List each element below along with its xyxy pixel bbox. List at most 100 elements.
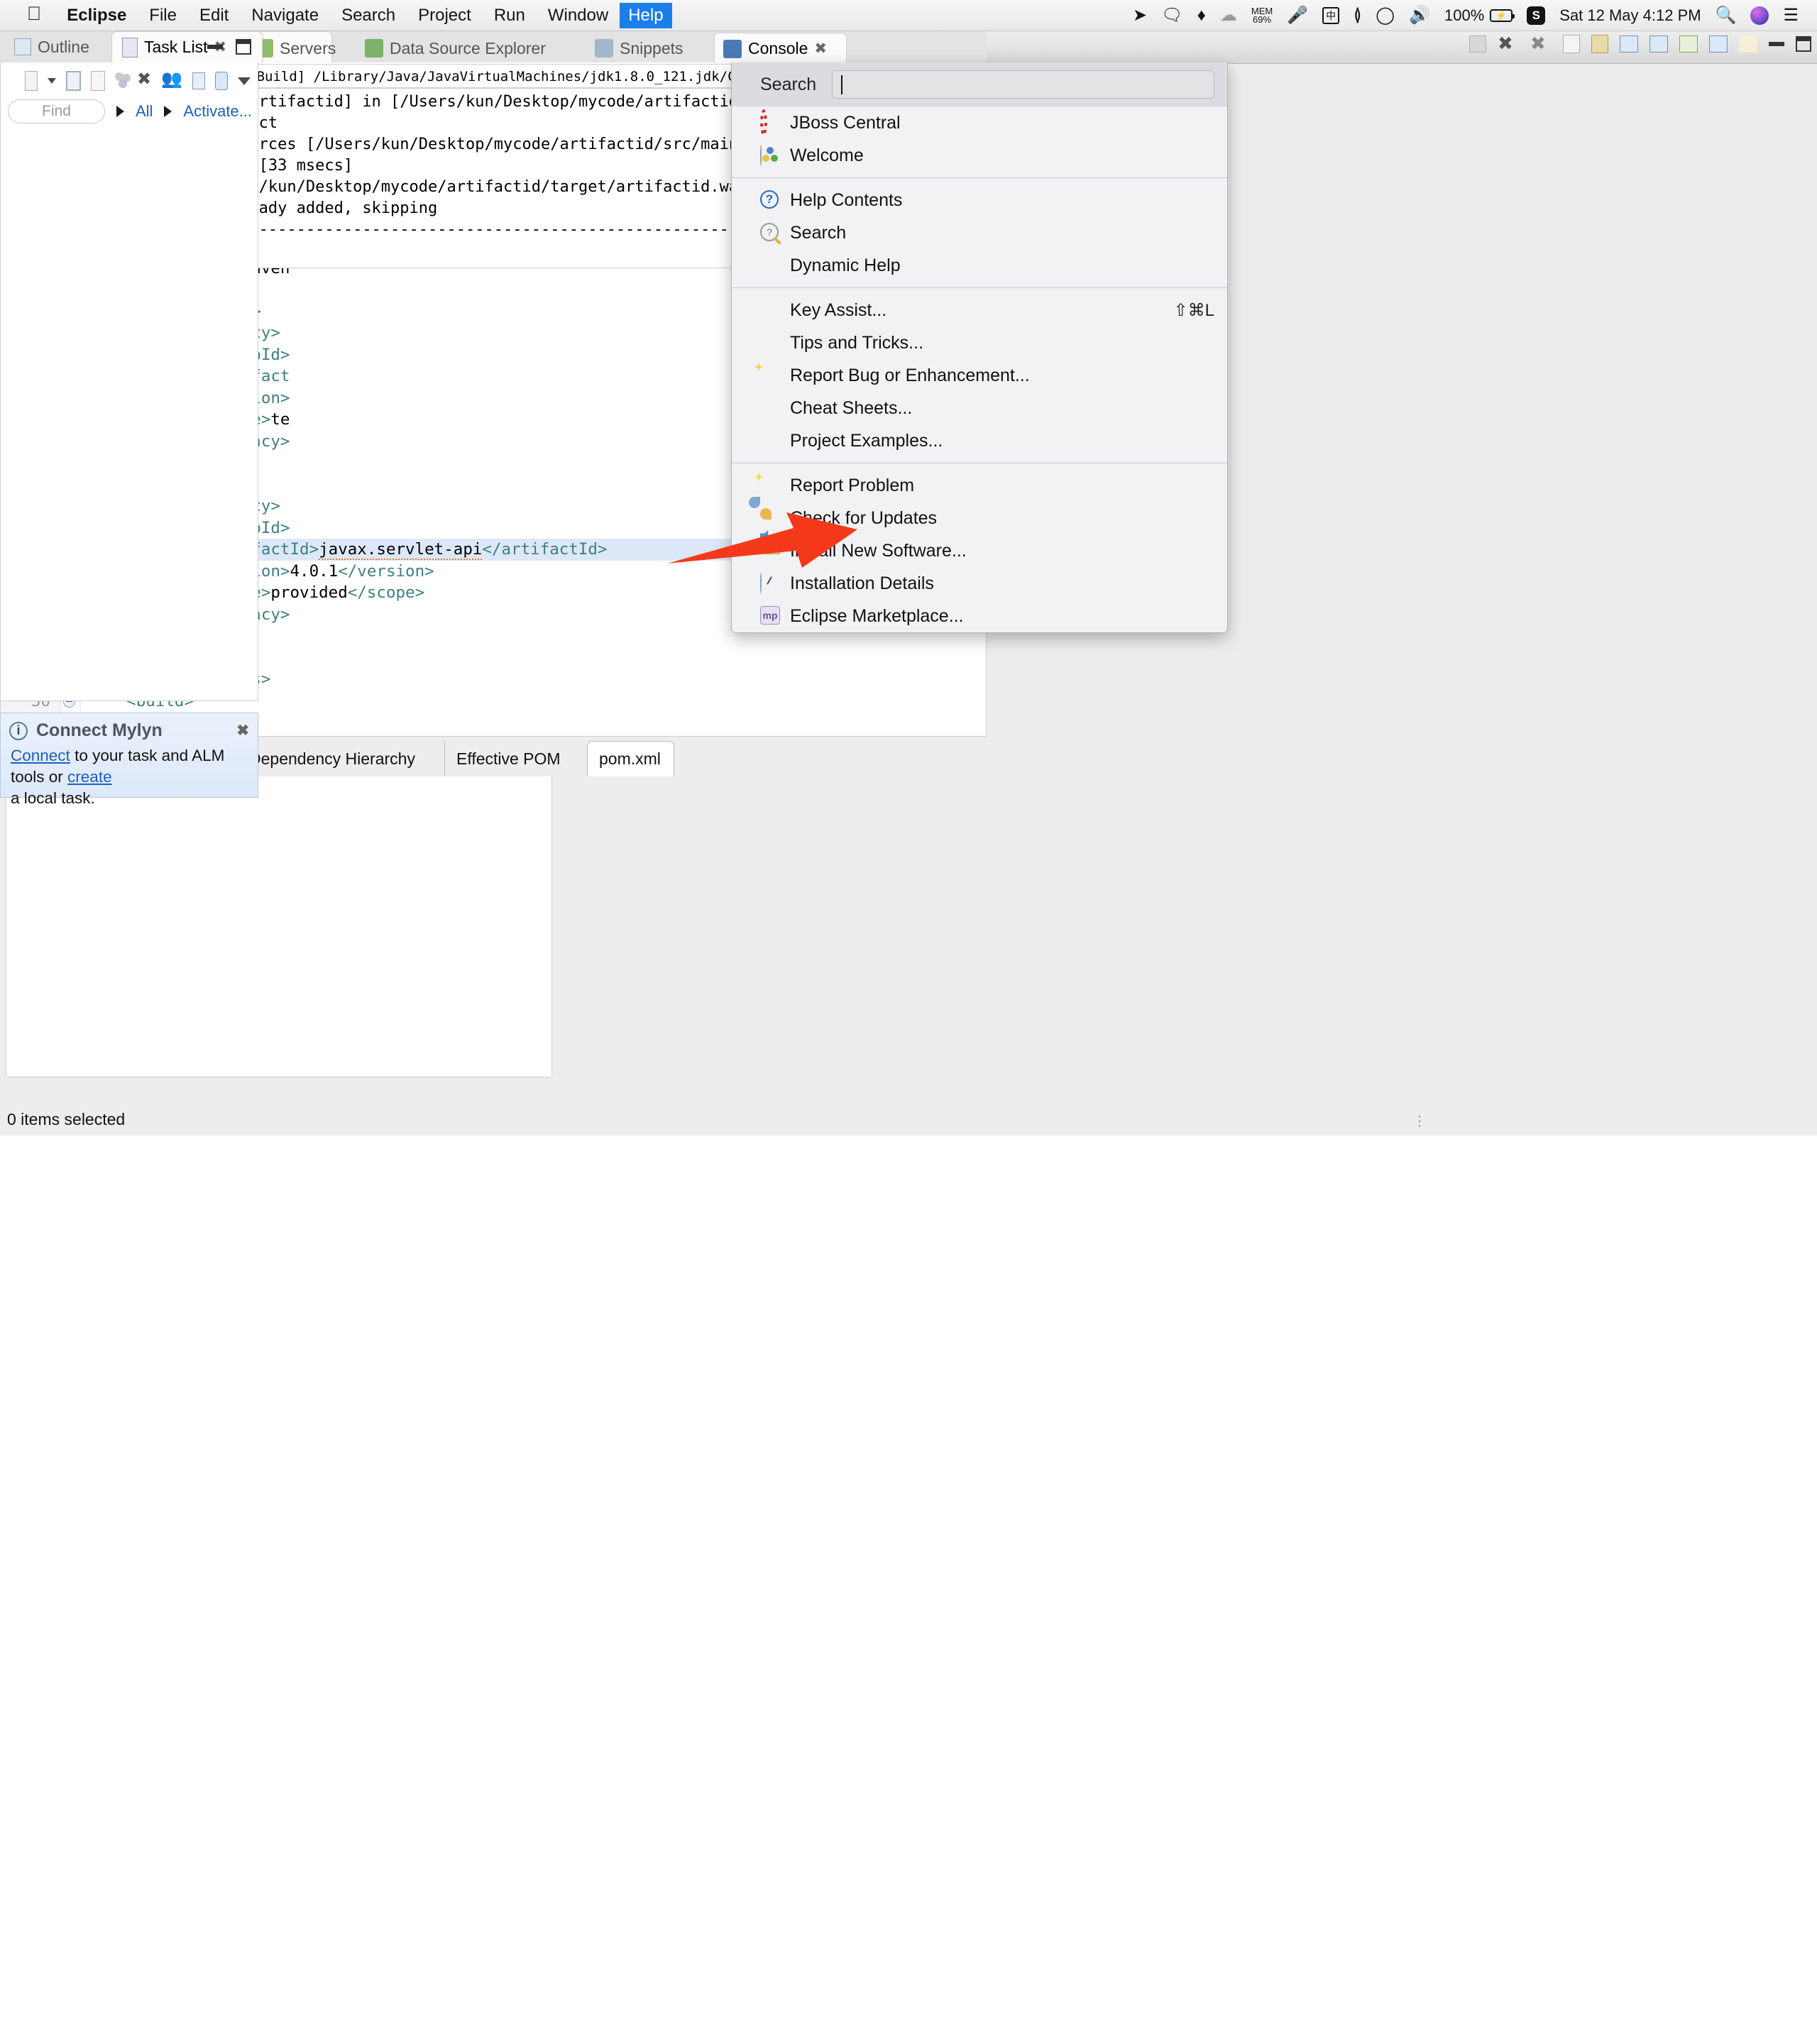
menu-search[interactable]: Search <box>330 6 407 26</box>
close-icon[interactable]: ✖ <box>814 40 827 57</box>
help-menu-item-welcome[interactable]: Welcome <box>732 139 1227 172</box>
focus-on-workweek-icon[interactable] <box>114 72 131 89</box>
menu-edit[interactable]: Edit <box>188 6 240 26</box>
menu-file[interactable]: File <box>138 6 188 26</box>
menu-run[interactable]: Run <box>483 6 537 26</box>
help-menu-item-report-bug-or-enhancement[interactable]: Report Bug or Enhancement... <box>732 359 1227 392</box>
help-menu-item-report-problem[interactable]: Report Problem <box>732 469 1227 502</box>
memory-monitor-icon[interactable]: MEM 69% <box>1251 6 1273 24</box>
console-toolbar: ✖ ✖ <box>1469 34 1811 54</box>
microphone-icon[interactable]: 🎤 <box>1287 6 1308 24</box>
resize-grip[interactable]: ⋮ <box>1412 1112 1429 1130</box>
input-source-icon[interactable]: 中 <box>1322 6 1340 24</box>
maximize-console-icon[interactable] <box>1796 36 1811 52</box>
create-link[interactable]: create <box>67 768 112 786</box>
menu-help[interactable]: Help <box>620 2 672 28</box>
siri-icon[interactable] <box>1750 6 1769 25</box>
filter-completed-tasks-icon[interactable]: ✖ <box>137 71 151 91</box>
minimize-console-icon[interactable] <box>1769 42 1784 46</box>
bluetooth-icon[interactable]: ≬ <box>1354 6 1361 24</box>
spotlight-search-icon[interactable]: 🔍 <box>1716 6 1737 24</box>
synchronize-icon[interactable] <box>214 72 228 90</box>
scheduled-presentation-icon[interactable] <box>91 71 105 91</box>
help-search-label: Search <box>760 74 817 94</box>
volume-icon[interactable]: 🔊 <box>1409 6 1430 24</box>
menu-item-label: Report Bug or Enhancement... <box>790 365 1030 385</box>
new-task-dropdown-icon[interactable] <box>48 78 56 84</box>
scroll-lock-icon[interactable] <box>1591 35 1608 53</box>
help-menu-item-cheat-sheets[interactable]: Cheat Sheets... <box>732 392 1227 424</box>
menu-item-label: Project Examples... <box>790 430 943 451</box>
menu-item-label: Welcome <box>790 145 864 165</box>
view-tab-label: Console <box>748 39 808 57</box>
open-console-icon[interactable] <box>1739 35 1757 53</box>
creative-cloud-icon[interactable]: ☁ <box>1220 6 1237 24</box>
task-list-tabstrip: OutlineTask List✖ <box>0 31 263 62</box>
help-search-input[interactable] <box>832 70 1214 99</box>
help-search-row[interactable]: Search <box>732 62 1227 106</box>
stop-icon[interactable] <box>1469 35 1486 53</box>
task-list-filter-row: Find All Activate... <box>1 95 258 123</box>
qq-penguin-icon[interactable]: ♦ <box>1197 6 1206 24</box>
help-menu-item-eclipse-marketplace[interactable]: mp Eclipse Marketplace... <box>732 600 1227 632</box>
collapse-all-tasks-icon[interactable] <box>192 72 205 89</box>
all-filter-arrow-icon[interactable] <box>116 106 124 117</box>
connect-link[interactable]: Connect <box>11 747 70 764</box>
tab-outline[interactable]: Outline <box>4 31 111 62</box>
task-list-body[interactable]: ✖ 👥 Find All Activate... <box>0 62 258 701</box>
help-menu-item-key-assist[interactable]: Key Assist... ⇧⌘L <box>732 294 1227 326</box>
new-task-icon[interactable] <box>25 71 38 91</box>
no-icon <box>760 300 780 320</box>
help-menu-item-help-contents[interactable]: ? Help Contents <box>732 184 1227 216</box>
clock[interactable]: Sat 12 May 4:12 PM <box>1559 6 1701 25</box>
categorized-presentation-icon[interactable] <box>66 71 82 91</box>
filter-my-tasks-icon[interactable]: 👥 <box>161 71 182 91</box>
view-tab-snippets[interactable]: Snippets <box>595 33 714 64</box>
apple-menu-icon[interactable]:  <box>0 4 55 23</box>
annotation-arrow <box>667 512 857 568</box>
menu-window[interactable]: Window <box>537 6 620 26</box>
s-app-icon[interactable]: S <box>1527 6 1546 25</box>
clear-console-icon[interactable] <box>1563 35 1580 53</box>
menu-navigate[interactable]: Navigate <box>240 6 330 26</box>
terminate-icon[interactable]: ✖ <box>1498 34 1519 54</box>
activate-link[interactable]: Activate... <box>183 102 252 121</box>
telegram-icon[interactable]: ➤ <box>1133 6 1147 24</box>
help-menu-item-jboss-central[interactable]: JBoss Central <box>732 106 1227 139</box>
maximize-panel-icon[interactable] <box>236 39 251 55</box>
display-selected-console-icon[interactable] <box>1709 35 1728 53</box>
activate-arrow-icon[interactable] <box>164 106 172 117</box>
messages-icon[interactable]: 🗨 <box>1161 6 1182 24</box>
help-menu-item-dynamic-help[interactable]: Dynamic Help <box>732 249 1227 282</box>
no-icon <box>760 431 780 451</box>
view-tab-data-source-explorer[interactable]: Data Source Explorer <box>365 33 595 64</box>
form-tab-effective-pom[interactable]: Effective POM <box>444 741 587 776</box>
help-menu-item-project-examples[interactable]: Project Examples... <box>732 424 1227 457</box>
task-view-menu-icon[interactable] <box>237 77 251 85</box>
minimize-panel-icon[interactable] <box>207 45 223 49</box>
menu-separator <box>732 177 1227 178</box>
notification-center-icon[interactable]: ☰ <box>1783 6 1799 24</box>
details-icon <box>760 573 780 594</box>
show-console-on-output-icon[interactable] <box>1620 35 1638 53</box>
help-menu-item-search[interactable]: ? Search <box>732 216 1227 249</box>
task-list-toolbar: ✖ 👥 <box>1 62 258 95</box>
jboss-icon <box>760 109 780 136</box>
remove-all-terminated-icon[interactable]: ✖ <box>1530 34 1552 54</box>
wifi-icon[interactable]: ◯ <box>1376 6 1395 24</box>
form-tab-pom-xml[interactable]: pom.xml <box>587 741 674 776</box>
pin-console-icon[interactable] <box>1679 35 1698 53</box>
close-icon[interactable]: ✖ <box>236 722 249 740</box>
search-input[interactable]: Find <box>8 99 105 123</box>
form-tab-dependency-hierarchy[interactable]: Dependency Hierarchy <box>237 741 444 776</box>
status-bar: 0 items selected ⋮ <box>0 1103 1817 1136</box>
menu-eclipse[interactable]: Eclipse <box>55 6 138 26</box>
battery-status[interactable]: 100% ⚡ <box>1444 6 1515 25</box>
view-tab-servers[interactable]: Servers <box>255 33 365 64</box>
view-tab-label: Snippets <box>620 38 684 57</box>
help-menu-item-tips-and-tricks[interactable]: Tips and Tricks... <box>732 326 1227 359</box>
filter-all-link[interactable]: All <box>136 102 153 121</box>
show-console-on-error-icon[interactable] <box>1649 35 1668 53</box>
menu-project[interactable]: Project <box>407 6 483 26</box>
view-tab-console[interactable]: Console ✖ <box>714 33 847 64</box>
